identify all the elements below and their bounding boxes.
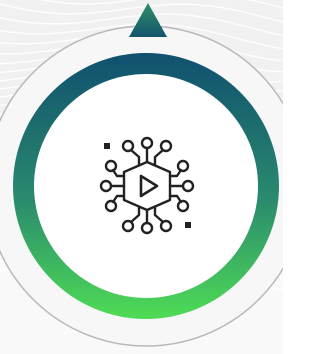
infographic-step-card bbox=[0, 0, 283, 354]
card-graphic bbox=[0, 0, 283, 354]
decor-square-top-left bbox=[104, 143, 110, 149]
inner-disc bbox=[34, 74, 258, 298]
decor-square-bottom-right bbox=[185, 222, 191, 228]
